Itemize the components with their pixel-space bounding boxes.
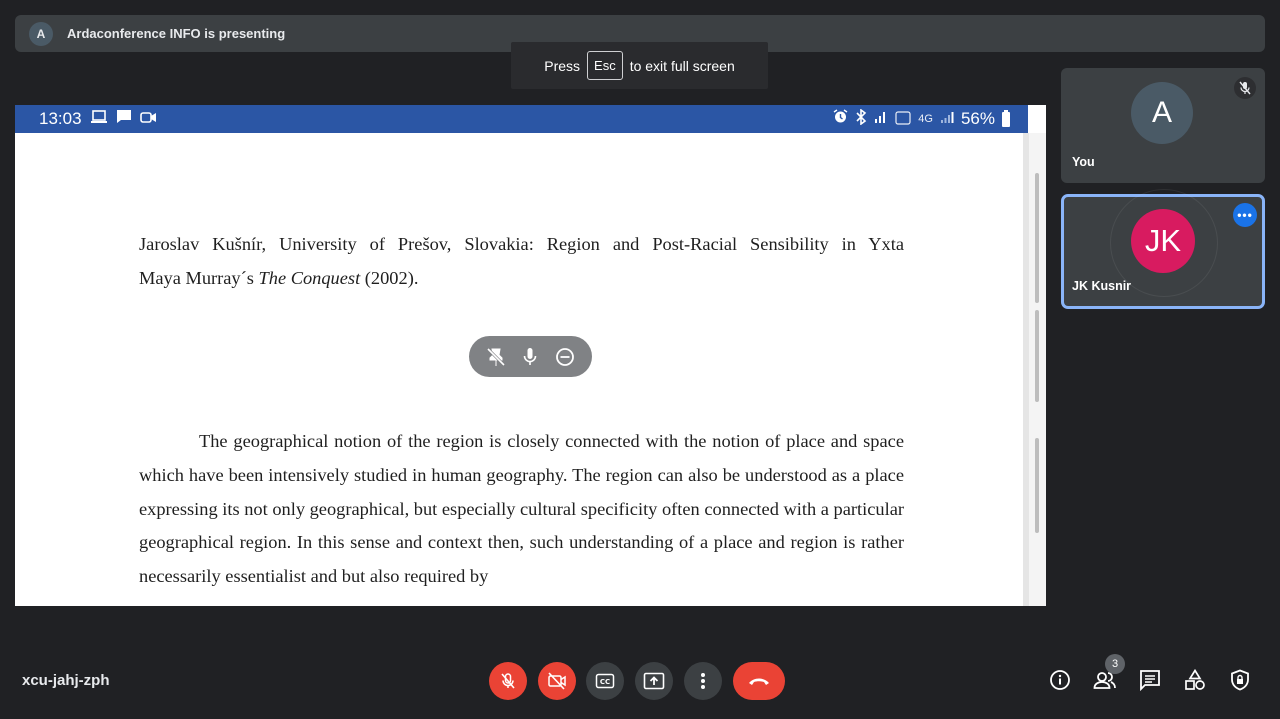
scroll-thumb-middle[interactable]: [1035, 310, 1039, 402]
participant-name: JK Kusnir: [1072, 279, 1132, 293]
meeting-details-icon[interactable]: [1048, 668, 1072, 692]
unpin-icon[interactable]: [485, 346, 507, 368]
battery-percent: 56%: [960, 109, 995, 128]
phone-status-bar: 13:03 4G 56%: [15, 105, 1028, 133]
toast-press-text: Press: [544, 57, 581, 74]
camera-toggle-button[interactable]: [538, 662, 576, 700]
right-controls: [1048, 668, 1252, 692]
more-options-icon[interactable]: •••: [1233, 203, 1257, 227]
svg-text:CC: CC: [600, 678, 610, 686]
status-time: 13:03: [39, 109, 82, 128]
people-count-badge: 3: [1105, 654, 1125, 674]
message-icon: [116, 109, 132, 129]
present-icon: [643, 672, 665, 690]
alarm-icon: [833, 109, 848, 129]
title-work-name: The Conquest: [258, 268, 361, 288]
battery-icon: [1002, 109, 1010, 127]
toast-suffix-text: to exit full screen: [629, 57, 735, 74]
participant-tile-you[interactable]: A You: [1061, 68, 1265, 183]
avatar: A: [1131, 82, 1193, 144]
present-now-button[interactable]: [635, 662, 673, 700]
hang-up-icon: [749, 678, 769, 685]
volte-icon: [895, 110, 911, 128]
video-status-icon: [139, 109, 157, 129]
remove-icon[interactable]: [554, 346, 576, 368]
scroll-thumb-lower[interactable]: [1035, 438, 1039, 533]
leave-call-button[interactable]: [733, 662, 785, 700]
camera-off-icon: [548, 672, 566, 690]
captions-button[interactable]: CC: [586, 662, 624, 700]
activities-icon[interactable]: [1183, 668, 1207, 692]
more-vert-icon: [701, 673, 705, 689]
signal-icon: [874, 109, 888, 129]
fullscreen-toast: Press Esc to exit full screen: [511, 42, 768, 89]
signal-strength-icon: [940, 109, 954, 129]
chat-icon[interactable]: [1138, 668, 1162, 692]
presentation-controls-pill: [469, 336, 592, 377]
mic-off-icon: [501, 673, 515, 689]
bluetooth-icon: [855, 107, 867, 130]
participant-tile-jk-kusnir[interactable]: JK ••• JK Kusnir: [1061, 189, 1265, 309]
document-body: The geographical notion of the region is…: [139, 425, 904, 594]
title-line-2-prefix: Maya Murray´s: [139, 268, 254, 288]
laptop-icon: [90, 109, 108, 129]
esc-key: Esc: [587, 51, 623, 80]
mic-toggle-button[interactable]: [489, 662, 527, 700]
presenter-avatar: A: [29, 21, 53, 46]
presenting-text: Ardaconference INFO is presenting: [67, 26, 286, 41]
mic-icon[interactable]: [519, 346, 541, 368]
mic-off-icon: [1234, 77, 1256, 99]
host-controls-icon[interactable]: [1228, 668, 1252, 692]
meeting-code: xcu-jahj-zph: [22, 672, 110, 689]
scroll-thumb-upper[interactable]: [1035, 173, 1039, 303]
network-type-text: 4G: [918, 113, 933, 125]
document-title: Jaroslav Kušnír, University of Prešov, S…: [139, 227, 904, 295]
captions-icon: CC: [595, 673, 615, 689]
title-line-2-suffix: (2002).: [364, 268, 419, 288]
body-paragraph: The geographical notion of the region is…: [139, 431, 904, 587]
avatar: JK: [1131, 209, 1195, 273]
title-line-1: Jaroslav Kušnír, University of Prešov, S…: [139, 234, 904, 254]
more-options-button[interactable]: [684, 662, 722, 700]
participant-name: You: [1072, 155, 1095, 169]
